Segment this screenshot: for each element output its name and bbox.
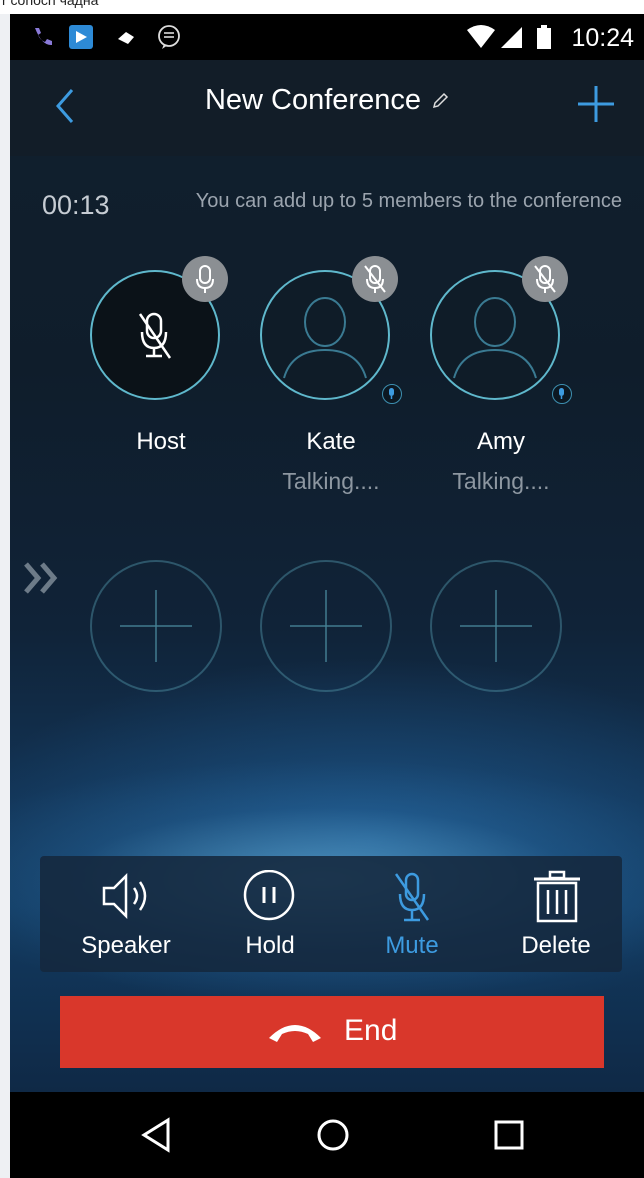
battery-icon [537,25,551,49]
speaking-mic-icon [382,384,402,404]
add-plus-icon[interactable] [574,82,618,126]
delete-label: Delete [521,932,591,959]
end-call-button[interactable]: End [60,996,604,1068]
muted-mic-icon [394,872,430,922]
phone-call-icon [35,28,52,46]
conference-screen: New Conference 00:13 You can add up to 5… [10,60,644,1092]
add-member-slot[interactable] [430,560,562,692]
member-name: Kate [306,428,356,455]
status-time: 10:24 [571,24,634,52]
hold-button[interactable]: Hold [200,856,340,972]
conference-title: New Conference [204,84,421,116]
member-status: Talking.... [452,468,550,494]
plus-icon [120,590,192,662]
speaker-icon [102,872,147,920]
speaker-button[interactable]: Speaker [56,856,196,972]
mic-icon [196,265,214,293]
member-name: Amy [477,428,525,455]
add-member-slot[interactable] [90,560,222,692]
mute-button[interactable]: Mute [342,856,482,972]
top-bar: New Conference [10,60,644,156]
hang-up-icon [269,1025,321,1042]
member-name: Host [136,428,186,455]
call-duration: 00:13 [42,190,110,220]
expand-chevron-icon[interactable] [22,560,64,596]
back-triangle-icon[interactable] [134,1112,180,1158]
call-actions-bar: Speaker Hold Mute Delete [40,856,622,972]
plus-icon [290,590,362,662]
caption-text: r conoch чадна [2,0,99,8]
member-status: Talking.... [282,468,380,494]
trash-icon [534,870,580,923]
muted-mic-icon [534,265,556,293]
signal-icon [501,27,522,48]
edit-pencil-icon[interactable] [431,92,449,110]
message-icon [158,25,180,49]
hold-label: Hold [245,932,295,959]
status-bar: 10:24 [10,14,644,60]
member-limit-info: You can add up to 5 members to the confe… [195,190,622,212]
speaker-label: Speaker [81,932,171,959]
cast-icon [118,32,134,44]
muted-mic-badge[interactable] [522,256,568,302]
page-title[interactable]: New Conference [10,84,644,117]
muted-mic-icon [364,265,386,293]
system-nav-bar [10,1092,644,1178]
phone-screen: 10:24 New Conference 00:13 You can add u… [10,14,644,1178]
plus-icon [460,590,532,662]
add-member-slot[interactable] [260,560,392,692]
home-circle-icon[interactable] [310,1112,356,1158]
mic-badge[interactable] [182,256,228,302]
delete-button[interactable]: Delete [486,856,626,972]
mute-label: Mute [385,932,439,959]
end-label: End [344,1014,398,1047]
pause-icon [243,870,295,921]
muted-mic-badge[interactable] [352,256,398,302]
wifi-icon [467,25,495,48]
recents-square-icon[interactable] [486,1112,532,1158]
speaking-mic-icon [552,384,572,404]
app-notification-icon [69,25,93,49]
